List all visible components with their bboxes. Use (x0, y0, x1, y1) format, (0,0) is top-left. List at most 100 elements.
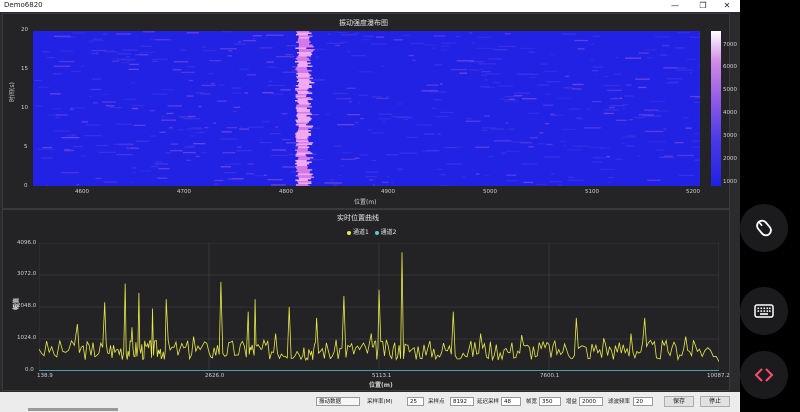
keyboard-icon (754, 304, 774, 318)
heatmap-cell (337, 31, 348, 34)
heatmap-cell (609, 107, 615, 109)
heatmap-cell (150, 135, 157, 137)
heatmap-cell (221, 131, 232, 133)
heatmap-cell (691, 146, 700, 148)
heatmap-cell (213, 122, 216, 124)
mouse-mode-button[interactable] (740, 204, 788, 252)
gain-input[interactable]: 2000 (579, 397, 603, 406)
heatmap-cell (34, 79, 42, 82)
heatmap-cell (357, 71, 374, 73)
heatmap-cell (239, 68, 250, 70)
heatmap-hot-band (295, 89, 308, 91)
stop-button[interactable]: 停止 (700, 396, 730, 407)
heatmap-cell (406, 136, 419, 139)
heatmap-hot-band (296, 167, 308, 169)
save-button[interactable]: 保存 (664, 396, 694, 407)
code-toggle-button[interactable] (740, 351, 788, 399)
heatmap-cell (227, 178, 242, 180)
heatmap-cell (239, 128, 249, 130)
heatmap-cell (562, 33, 577, 35)
heatmap-cell (481, 74, 486, 76)
horizontal-scrollbar[interactable] (28, 408, 118, 411)
heatmap-cell (603, 112, 614, 115)
heatmap-hot-band (295, 61, 307, 63)
heatmap-cell (676, 67, 687, 69)
curve-y-tick: 4096.0 (17, 240, 37, 246)
heatmap-hot-band (297, 173, 313, 175)
close-button[interactable]: ✕ (714, 0, 740, 12)
heatmap-cell (46, 57, 55, 59)
minimize-button[interactable]: — (662, 0, 688, 12)
heatmap-cell (161, 116, 165, 118)
waterfall-y-tick: 10 (21, 105, 28, 111)
curve-plot[interactable] (39, 243, 719, 371)
heatmap-cell (198, 105, 202, 108)
heatmap-cell (271, 184, 286, 186)
heatmap-cell (116, 59, 134, 61)
heatmap-cell (341, 158, 356, 160)
legend-item[interactable]: 通道1 (353, 229, 369, 236)
mode-select[interactable]: 振动数据 (316, 397, 360, 406)
colorbar-tick: 1000 (723, 179, 737, 185)
heatmap-cell (181, 71, 195, 74)
heatmap-cell (131, 172, 136, 174)
delay-input[interactable]: 48 (501, 397, 521, 406)
restore-button[interactable]: ❐ (690, 0, 716, 12)
heatmap-hot-band (295, 154, 306, 156)
heatmap-cell (179, 116, 192, 118)
heatmap-cell (505, 122, 509, 124)
heatmap-cell (112, 60, 120, 62)
heatmap-hot-band (297, 65, 313, 67)
heatmap-hot-band (296, 67, 307, 69)
waterfall-y-tick: 15 (21, 66, 28, 72)
heatmap-cell (109, 106, 123, 109)
heatmap-hot-band (297, 64, 308, 66)
heatmap-cell (328, 33, 331, 35)
heatmap-cell (259, 138, 263, 141)
heatmap-cell (355, 122, 359, 124)
heatmap-cell (325, 113, 331, 115)
heatmap-cell (561, 128, 577, 130)
heatmap-cell (116, 123, 132, 125)
heatmap-cell (201, 49, 217, 52)
heatmap-hot-band (298, 130, 311, 132)
heatmap-hot-band (296, 151, 311, 153)
heatmap-cell (113, 143, 130, 145)
heatmap-cell (71, 32, 87, 34)
heatmap-hot-band (297, 74, 312, 76)
heatmap-cell (666, 78, 683, 80)
heatmap-cell (157, 177, 168, 179)
heatmap-hot-band (297, 158, 310, 160)
heatmap-cell (571, 88, 582, 90)
heatmap-hot-band (295, 175, 312, 177)
heatmap-cell (80, 155, 86, 157)
refresh-input[interactable]: 20 (633, 397, 653, 406)
heatmap-cell (482, 129, 488, 132)
waterfall-heatmap[interactable] (33, 31, 700, 186)
heatmap-cell (200, 93, 211, 95)
heatmap-cell (544, 123, 550, 125)
heatmap-cell (102, 93, 109, 96)
heatmap-hot-band (297, 77, 313, 79)
heatmap-hot-band (297, 181, 312, 183)
sample-rate-input[interactable]: 25 (407, 397, 424, 406)
heatmap-cell (472, 42, 475, 44)
heatmap-cell (649, 100, 666, 102)
heatmap-cell (694, 97, 700, 99)
frame-input[interactable]: 350 (539, 397, 561, 406)
heatmap-cell (511, 141, 526, 143)
legend-item[interactable]: 通道2 (381, 229, 397, 236)
heatmap-cell (456, 60, 475, 62)
heatmap-cell (475, 173, 480, 175)
heatmap-cell (516, 73, 535, 75)
heatmap-cell (286, 45, 297, 47)
sample-rate-label: 采样率(M) (367, 399, 393, 405)
heatmap-cell (365, 171, 379, 173)
delay-label: 延迟采样 (477, 399, 500, 405)
heatmap-cell (207, 73, 214, 75)
heatmap-cell (484, 115, 490, 117)
sample-points-input[interactable]: 8192 (450, 397, 474, 406)
heatmap-cell (574, 39, 588, 42)
keyboard-button[interactable] (740, 287, 788, 335)
heatmap-cell (643, 49, 658, 51)
